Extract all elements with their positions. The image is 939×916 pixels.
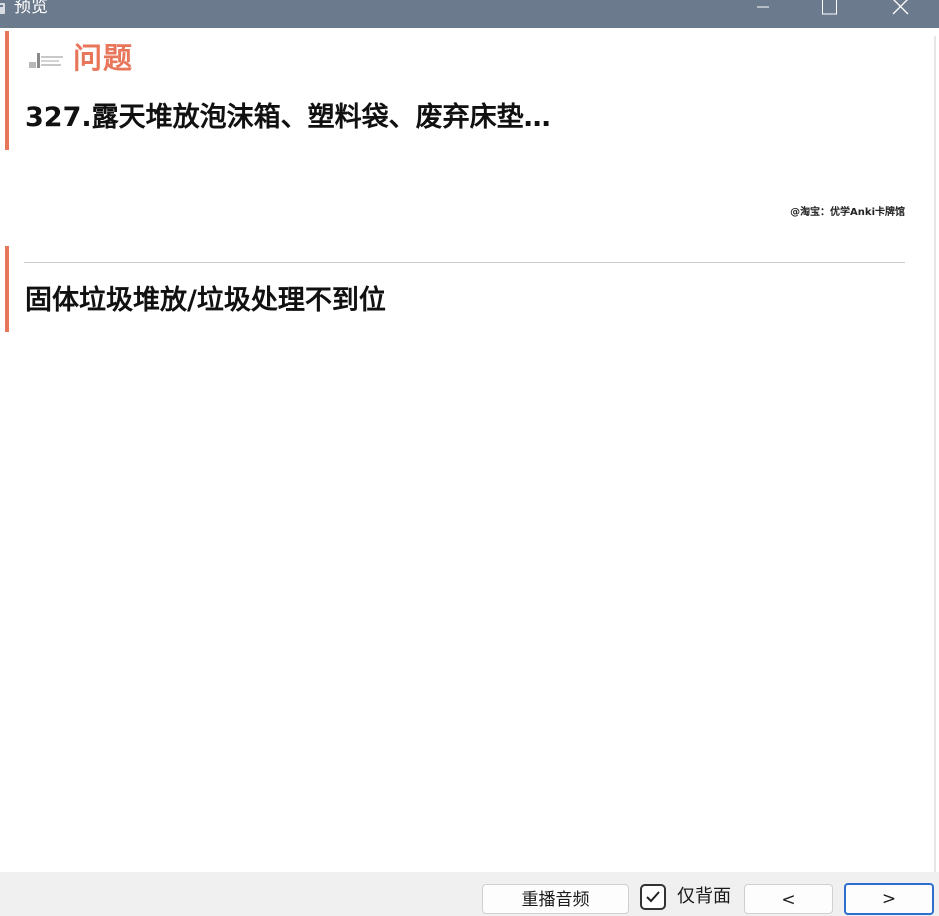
preview-window: 预览 问题 327.露天堆放泡沫箱、塑料袋、废弃床垫… @淘宝：优学Anki卡牌… bbox=[0, 0, 939, 916]
question-section: 问题 327.露天堆放泡沫箱、塑料袋、废弃床垫… bbox=[5, 31, 909, 150]
minimize-button[interactable] bbox=[740, 0, 786, 28]
watermark-text: @淘宝：优学Anki卡牌馆 bbox=[790, 207, 905, 218]
close-button[interactable] bbox=[876, 0, 922, 28]
back-only-label[interactable]: 仅背面 bbox=[677, 885, 731, 909]
back-only-checkbox[interactable] bbox=[640, 884, 666, 910]
previous-button[interactable]: < bbox=[744, 884, 833, 914]
logo-icon bbox=[29, 48, 65, 70]
question-text: 327.露天堆放泡沫箱、塑料袋、废弃床垫… bbox=[25, 102, 551, 133]
window-title: 预览 bbox=[14, 0, 48, 17]
question-label: 问题 bbox=[73, 41, 134, 75]
answer-text: 固体垃圾堆放/垃圾处理不到位 bbox=[25, 285, 386, 316]
close-icon bbox=[892, 0, 909, 15]
minimize-icon bbox=[757, 6, 769, 8]
maximize-button[interactable] bbox=[806, 0, 852, 28]
next-button[interactable]: > bbox=[844, 883, 934, 915]
scroll-edge bbox=[934, 36, 936, 876]
replay-audio-button[interactable]: 重播音频 bbox=[482, 884, 629, 914]
title-bar[interactable]: 预览 bbox=[0, 0, 939, 28]
answer-divider bbox=[24, 262, 905, 263]
bottom-toolbar: 重播音频 仅背面 < > bbox=[0, 872, 939, 916]
checkmark-icon bbox=[646, 891, 660, 903]
maximize-icon bbox=[822, 0, 837, 15]
answer-section: 固体垃圾堆放/垃圾处理不到位 bbox=[5, 246, 909, 332]
app-icon bbox=[0, 1, 6, 16]
card-preview bbox=[0, 28, 934, 872]
